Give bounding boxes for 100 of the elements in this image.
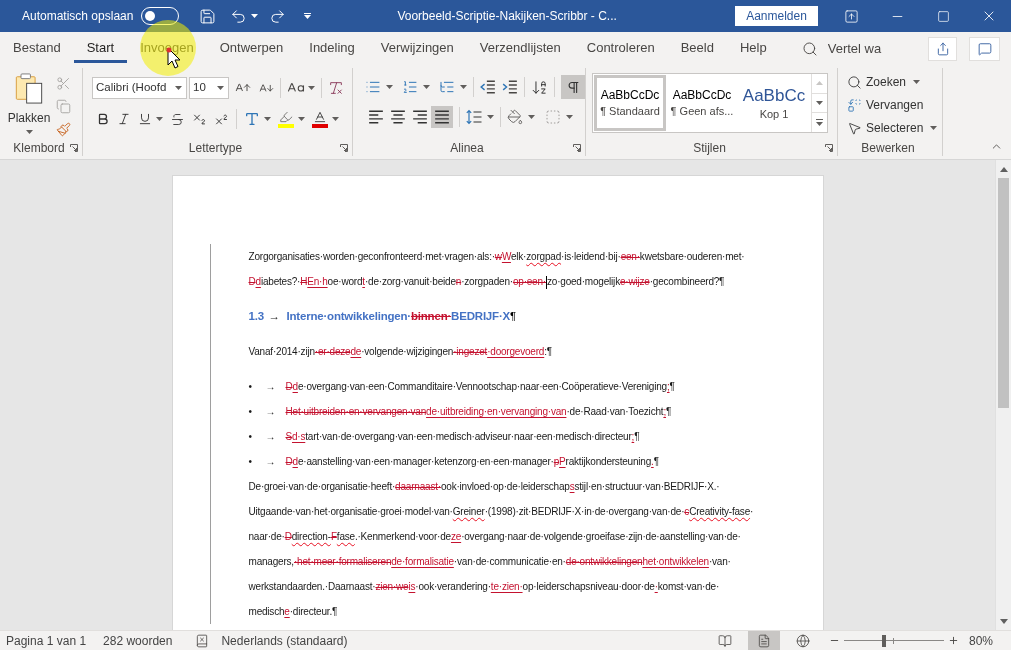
style-item[interactable]: AaBbCcDc ¶ Standaard [594,75,666,131]
caret-icon[interactable] [487,115,494,119]
more-styles-icon[interactable] [816,119,823,127]
zoom-in-icon[interactable] [947,635,959,646]
multilevel-list-icon[interactable] [439,79,455,95]
zoom-percentage[interactable]: 80% [968,631,993,650]
language-indicator[interactable]: Nederlands (standaard) [221,631,348,650]
zoom-slider-thumb[interactable] [881,634,886,647]
font-color-icon[interactable] [312,110,328,128]
caret-icon[interactable] [930,126,938,130]
caret-icon[interactable] [332,117,339,121]
ribbon-tab[interactable]: Indeling [296,32,368,63]
show-marks-button[interactable] [561,75,585,99]
italic-icon[interactable] [117,112,131,126]
ribbon-tab[interactable]: Bestand [0,32,74,63]
increase-indent-icon[interactable] [502,79,518,95]
align-right-icon [412,109,428,125]
caret-icon[interactable] [264,117,271,121]
share-icon [935,41,950,56]
clear-formatting-icon[interactable] [328,80,344,96]
redo-icon[interactable] [269,7,287,25]
caret-icon[interactable] [528,115,535,119]
ribbon-tab[interactable]: Beeld [667,32,727,63]
caret-icon[interactable] [251,14,259,18]
strikethrough-icon[interactable] [170,111,185,127]
caret-icon[interactable] [156,117,163,121]
caret-icon[interactable] [423,85,430,89]
customize-caret-icon[interactable] [304,13,312,19]
sort-icon[interactable] [531,78,548,96]
ribbon-tab[interactable]: Ontwerpen [206,32,297,63]
subscript-icon[interactable] [192,111,207,127]
tell-me-field[interactable]: Vertel wa [827,38,892,59]
select-button[interactable]: Selecteren [847,118,942,138]
underline-icon[interactable] [138,112,152,126]
caret-icon[interactable] [175,86,182,90]
caret-icon[interactable] [566,115,573,119]
scroll-up-icon[interactable] [999,166,1008,172]
caret-icon[interactable] [460,85,467,89]
style-item[interactable]: AaBbCc Kop 1 [738,75,810,131]
sign-in-button[interactable]: Aanmelden [735,6,818,26]
book-icon [717,633,732,648]
page-count[interactable]: Pagina 1 van 1 [6,631,87,650]
list-item: • → Dde·aanstelling·van·een·manager·ketenzorg·en·een·manager·pPraktijkondersteuning.¶ [248,455,660,469]
letter-t-icon[interactable] [244,111,260,127]
group-label: Lettertype [188,142,243,154]
ribbon-tab[interactable]: Help [726,32,780,63]
caret-icon[interactable] [217,86,224,90]
caret-icon[interactable] [25,130,33,134]
dialog-launcher-icon[interactable] [70,144,78,152]
style-item[interactable]: AaBbCcDc ¶ Geen afs... [666,75,738,131]
caret-icon[interactable] [298,117,305,121]
paragraph: Vanaf·2014·zijn·er·dezede·volgende·wijzigingen·ingezet·doorgevoerd:¶ [248,345,553,359]
caret-icon[interactable] [386,85,393,89]
maximize-icon[interactable] [936,9,950,23]
pointer-arrow-icon [847,120,862,136]
replace-button[interactable]: Vervangen [847,95,942,115]
paintbrush-icon[interactable] [56,122,71,137]
group-label: Klembord [13,142,65,154]
square-arrow-up-icon[interactable] [843,8,859,24]
scroll-down-icon[interactable] [999,618,1008,624]
numbered-list-icon[interactable] [402,79,418,95]
globe-icon [795,633,810,648]
ribbon-tab[interactable]: Verzendlijsten [466,32,574,63]
undo-icon[interactable] [230,7,248,25]
comments-button[interactable] [969,36,1000,61]
font-name-combobox[interactable]: Calibri (Hoofd [92,77,187,99]
pilcrow-icon [565,79,581,95]
print-layout-button[interactable] [747,631,780,650]
list-item: • → Sd·start·van·de·overgang·van·een·medisch·adviseur·naar·een·medisch·directeur;¶ [248,430,641,444]
book-x-icon[interactable] [195,633,210,648]
vertical-scrollbar[interactable] [995,160,1011,630]
ribbon-tab[interactable]: Controleren [573,32,668,63]
dialog-launcher-icon[interactable] [340,144,348,152]
alignment-button[interactable] [431,106,453,128]
highlighter-icon[interactable] [278,110,294,128]
ribbon-tab[interactable]: Verwijzingen [367,32,467,63]
scroll-down-icon[interactable] [816,101,823,105]
share-button[interactable] [928,36,957,61]
save-icon[interactable] [199,7,217,25]
font-size-combobox[interactable]: 10 [189,77,229,99]
caret-icon[interactable] [308,86,315,90]
superscript-icon[interactable] [214,111,229,127]
bold-icon[interactable] [96,112,110,126]
zoom-slider[interactable] [843,634,944,647]
bulleted-list-icon[interactable] [365,79,381,95]
find-button[interactable]: Zoeken [847,72,942,92]
window-title: Voorbeeld-Scriptie-Nakijken-Scribbr - C... [397,8,617,25]
paint-bucket-icon[interactable] [507,109,523,125]
dialog-launcher-icon[interactable] [573,144,581,152]
speech-bubble-icon [977,41,992,56]
dialog-launcher-icon[interactable] [825,144,833,152]
search-icon[interactable] [801,40,818,57]
paste-button[interactable]: Plakken [6,70,52,136]
paragraph: De·groei·van·de·organisatie·heeft·daarnaast·ook·invloed·op·de·leiderschapsstijl·en·structuur·van·BEDRIJF·X.· Uitgaande·van·het·organisatie·groei·model·van·Greiner·(1998)·zit·BEDRIJF·X·in·de·overgang·van·de·cCreativity-fase· naar·de·Ddirection-Ffase.·Kenmerkend·voor·deze·overgang·naar·de·volgende·groeifase·zijn·de·aanstelling·van·de· managers,·het·meer·formaliserende·formalisatie·van·de·communicatie·en·de·ontwikkelingenhet·ontwikkelen·van· werkstandaarden.·Daarnaast·zien·weis·ook·verandering·te·zien·op·leiderschapsniveau·door·de·komst·van·de· medische·directeur.¶ [248,480,752,619]
caret-icon[interactable] [913,80,921,84]
line-spacing-icon[interactable] [466,109,482,125]
decrease-indent-icon[interactable] [480,79,496,95]
scrollbar-thumb[interactable] [998,178,1009,408]
word-count[interactable]: 282 woorden [103,631,173,650]
section-heading: 1.3 → Interne·ontwikkelingen·binnen·BEDRIJF·X¶ [248,309,517,324]
